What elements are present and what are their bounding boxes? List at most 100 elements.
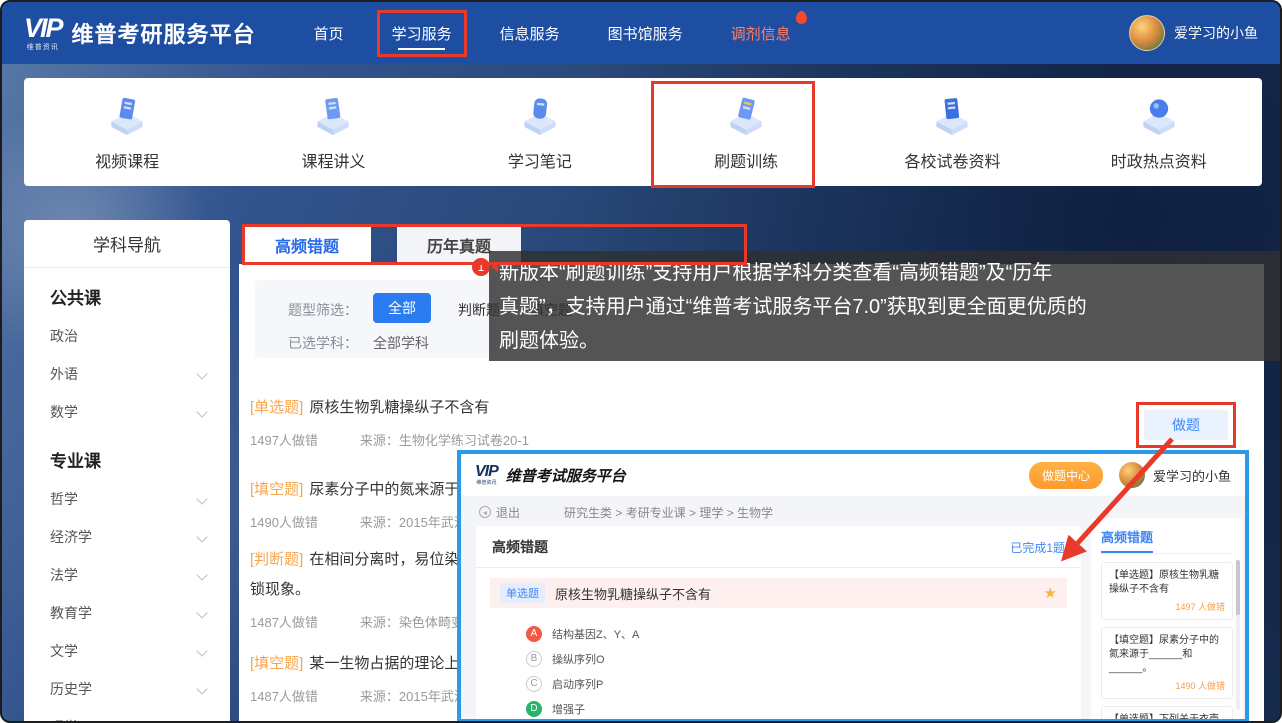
side-question-item[interactable]: 【填空题】尿素分子中的氮来源于______和______。 1490 人做错 [1101,627,1233,699]
user-avatar[interactable] [1119,462,1145,488]
sidebar-item-literature[interactable]: 文学 [24,632,230,670]
sidebar-item-science[interactable]: 理学 [24,708,230,723]
current-question-row[interactable]: 单选题 原核生物乳糖操纵子不含有 ★ [490,578,1067,608]
overlay-question-panel: 高频错题 已完成1题 单选题 原核生物乳糖操纵子不含有 ★ A 结构基因Z、Y、… [476,526,1081,723]
chevron-down-icon [196,493,207,504]
option-c[interactable]: C 启动序列P [526,671,1081,696]
chevron-down-icon [196,683,207,694]
user-account[interactable]: 爱学习的小鱼 [1129,15,1258,51]
wrong-count: 1490 人做错 [1109,679,1225,693]
filter-subject-value[interactable]: 全部学科 [373,333,429,353]
feature-lecture-handouts[interactable]: 课程讲义 [230,78,436,186]
subject-sidebar: 学科导航 公共课 政治 外语 数学 专业课 哲学 经济学 法学 教育学 [24,220,230,723]
nav-item-adjustment-info[interactable]: 调剂信息 [716,10,806,57]
current-affairs-icon [1137,93,1181,137]
lecture-handout-icon [311,93,355,137]
feature-study-notes[interactable]: 学习笔记 [437,78,643,186]
question-row[interactable]: [单选题]原核生物乳糖操纵子不含有 1497人做错来源：生物化学练习试卷20-1 [250,396,1244,449]
overlay-header: VIP 维普资讯 维普考试服务平台 做题中心 爱学习的小鱼 [461,454,1245,496]
overlay-side-panel: 高频错题 【单选题】原核生物乳糖操纵子不含有 1497 人做错 【填空题】尿素分… [1091,518,1243,723]
option-d-marker: D [526,701,542,717]
wrong-count: 1490人做错 [250,512,318,531]
tab-frequent-errors[interactable]: 高频错题 [243,226,371,264]
sidebar-title: 学科导航 [24,220,230,268]
option-b-marker: B [526,651,542,667]
option-c-marker: C [526,676,542,692]
sidebar-section-major: 专业课 [24,431,230,480]
question-text-line2: 锁现象。 [250,581,310,598]
tooltip-line: 刷题体验。 [499,324,1282,358]
chevron-down-icon [196,569,207,580]
side-question-item[interactable]: 【单选题】下列关于衣壳原粒的组成部分的是 1488 人做错 [1101,706,1233,723]
wrong-count: 1487人做错 [250,686,318,705]
chevron-down-icon [196,368,207,379]
scrollbar-thumb[interactable] [1236,560,1240,615]
tooltip-line: 真题”，支持用户通过“维普考试服务平台7.0”获取到更全面更优质的 [499,290,1282,324]
exam-platform-window: VIP 维普资讯 维普考试服务平台 做题中心 爱学习的小鱼 退出 研究生类 > … [457,450,1249,723]
favorite-star-icon[interactable]: ★ [1044,584,1057,602]
progress-label[interactable]: 已完成1题 [1010,539,1065,556]
side-panel-scrollbar[interactable] [1236,560,1240,710]
top-navbar: VIP 维普资讯 维普考研服务平台 首页 学习服务 信息服务 图书馆服务 调剂信… [2,2,1280,64]
user-name: 爱学习的小鱼 [1153,466,1231,485]
feature-school-papers[interactable]: 各校试卷资料 [849,78,1055,186]
study-notes-icon [518,93,562,137]
panel-title: 高频错题 [492,537,548,557]
chevron-down-icon [196,607,207,618]
question-text: 原核生物乳糖操纵子不含有 [555,584,711,603]
sidebar-item-philosophy[interactable]: 哲学 [24,480,230,518]
filter-option-all[interactable]: 全部 [373,293,431,323]
question-practice-icon [724,93,768,137]
sidebar-item-economics[interactable]: 经济学 [24,518,230,556]
user-avatar[interactable] [1129,15,1165,51]
sidebar-item-foreign-language[interactable]: 外语 [24,355,230,393]
sidebar-item-education[interactable]: 教育学 [24,594,230,632]
sidebar-item-law[interactable]: 法学 [24,556,230,594]
tooltip-line: 新版本“刷题训练”支持用户根据学科分类查看“高频错题”及“历年 [499,256,1282,290]
callout-pointer [491,262,498,272]
question-type-tag: [填空题] [250,655,303,672]
practice-center-button[interactable]: 做题中心 [1029,462,1103,489]
question-type-tag: [判断题] [250,551,303,568]
sidebar-item-math[interactable]: 数学 [24,393,230,431]
feature-question-practice[interactable]: 刷题训练 [643,78,849,186]
hot-flame-badge [796,11,807,24]
wrong-count: 1497人做错 [250,430,318,449]
brand-logo[interactable]: VIP 维普资讯 [24,15,62,51]
platform-title: 维普考研服务平台 [72,17,256,49]
side-question-item[interactable]: 【单选题】原核生物乳糖操纵子不含有 1497 人做错 [1101,562,1233,620]
breadcrumb[interactable]: 研究生类 > 考研专业课 > 理学 > 生物学 [564,504,773,521]
overlay-platform-title: 维普考试服务平台 [506,465,626,486]
option-b[interactable]: B 操纵序列O [526,646,1081,671]
nav-item-info-services[interactable]: 信息服务 [485,10,575,57]
callout-badge-1: 1 [472,258,490,276]
option-a-marker: A [526,626,542,642]
wrong-count: 1497 人做错 [1109,600,1225,614]
option-a[interactable]: A 结构基因Z、Y、A [526,621,1081,646]
annotation-tooltip: 新版本“刷题训练”支持用户根据学科分类查看“高频错题”及“历年 真题”，支持用户… [489,251,1282,361]
filter-type-label: 题型筛选： [288,300,358,320]
feature-current-affairs[interactable]: 时政热点资料 [1056,78,1262,186]
nav-menu: 首页 学习服务 信息服务 图书馆服务 调剂信息 [290,10,815,57]
do-question-button[interactable]: 做题 [1144,410,1228,440]
nav-item-home[interactable]: 首页 [299,10,359,57]
user-name: 爱学习的小鱼 [1174,23,1258,43]
wrong-count: 1487人做错 [250,612,318,631]
app-window: VIP 维普资讯 维普考研服务平台 首页 学习服务 信息服务 图书馆服务 调剂信… [0,0,1282,723]
question-type-badge: 单选题 [500,583,545,603]
video-course-icon [105,93,149,137]
feature-video-course[interactable]: 视频课程 [24,78,230,186]
answer-options: A 结构基因Z、Y、A B 操纵序列O C 启动序列P D 增强子 [476,608,1081,721]
exit-button[interactable]: 退出 [479,504,520,521]
exit-icon [479,506,491,518]
side-panel-title[interactable]: 高频错题 [1101,527,1153,553]
nav-item-learning-services[interactable]: 学习服务 [377,10,467,57]
sidebar-item-history[interactable]: 历史学 [24,670,230,708]
option-d[interactable]: D 增强子 [526,696,1081,721]
nav-item-library-services[interactable]: 图书馆服务 [593,10,698,57]
overlay-brand-logo[interactable]: VIP 维普资讯 [475,464,498,486]
feature-card-row: 视频课程 课程讲义 学习笔记 刷题训练 各校试卷资料 时政热点资料 [24,78,1262,186]
vip-logo-icon: VIP [475,464,498,480]
question-text: 原核生物乳糖操纵子不含有 [309,399,489,416]
sidebar-item-politics[interactable]: 政治 [24,317,230,355]
